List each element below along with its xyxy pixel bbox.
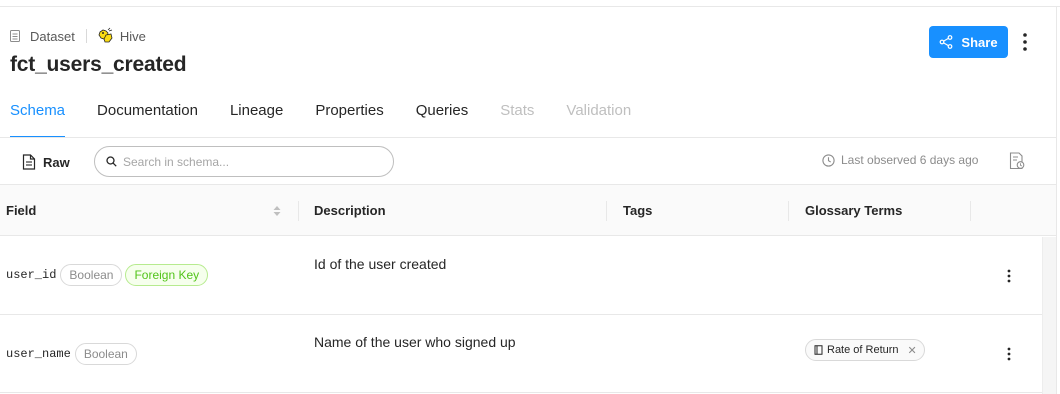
field-name: user_id bbox=[6, 268, 57, 282]
column-divider bbox=[970, 201, 971, 221]
file-history-icon[interactable] bbox=[1009, 152, 1025, 170]
share-button-label: Share bbox=[961, 34, 998, 50]
share-button[interactable]: Share bbox=[929, 26, 1008, 58]
field-name: user_name bbox=[6, 347, 71, 361]
file-text-icon bbox=[22, 154, 36, 170]
breadcrumb-entity-type[interactable]: Dataset bbox=[30, 29, 75, 44]
type-badge: Boolean bbox=[74, 343, 137, 365]
tabs-divider bbox=[0, 137, 1056, 138]
tab-validation[interactable]: Validation bbox=[566, 100, 631, 138]
table-row[interactable]: user_id Boolean Foreign Key Id of the us… bbox=[0, 237, 1042, 315]
dataset-doc-icon bbox=[10, 30, 20, 42]
clock-icon bbox=[822, 153, 835, 167]
breadcrumb-platform[interactable]: Hive bbox=[120, 29, 146, 44]
top-border bbox=[0, 0, 1060, 7]
last-observed-text: Last observed 6 days ago bbox=[841, 153, 979, 167]
raw-button[interactable]: Raw bbox=[22, 152, 70, 172]
table-scrollbar[interactable] bbox=[1042, 237, 1056, 394]
book-icon bbox=[814, 345, 823, 355]
column-divider bbox=[788, 201, 789, 221]
table-header: Field Description Tags Glossary Terms bbox=[0, 185, 1056, 236]
more-vertical-icon[interactable] bbox=[1016, 30, 1034, 54]
more-vertical-icon[interactable] bbox=[1001, 344, 1017, 364]
table-row[interactable]: user_name Boolean Name of the user who s… bbox=[0, 315, 1042, 393]
tab-stats[interactable]: Stats bbox=[500, 100, 534, 138]
right-border bbox=[1056, 7, 1057, 394]
page-title: fct_users_created bbox=[10, 53, 187, 76]
sort-icon[interactable] bbox=[272, 204, 282, 218]
tab-lineage[interactable]: Lineage bbox=[230, 100, 283, 138]
breadcrumb: Dataset Hive bbox=[10, 27, 146, 45]
tab-schema[interactable]: Schema bbox=[10, 100, 66, 138]
schema-search[interactable] bbox=[94, 146, 394, 177]
hive-logo-icon bbox=[98, 27, 113, 43]
search-icon bbox=[106, 156, 117, 167]
column-divider bbox=[298, 201, 299, 221]
column-header-glossary-terms: Glossary Terms bbox=[805, 203, 903, 218]
raw-button-label: Raw bbox=[43, 154, 70, 170]
more-vertical-icon[interactable] bbox=[1001, 266, 1017, 286]
tab-documentation[interactable]: Documentation bbox=[97, 100, 198, 138]
share-icon bbox=[940, 35, 953, 49]
description-text[interactable]: Id of the user created bbox=[314, 256, 446, 272]
column-divider bbox=[606, 201, 607, 221]
foreign-key-badge[interactable]: Foreign Key bbox=[125, 264, 209, 286]
tab-properties[interactable]: Properties bbox=[315, 100, 383, 138]
tab-queries[interactable]: Queries bbox=[416, 100, 469, 138]
column-header-description: Description bbox=[314, 203, 386, 218]
entity-tabs: Schema Documentation Lineage Properties … bbox=[10, 100, 631, 138]
column-header-field[interactable]: Field bbox=[6, 185, 36, 236]
search-input[interactable] bbox=[123, 154, 383, 169]
type-badge: Boolean bbox=[60, 264, 123, 286]
glossary-term-label: Rate of Return bbox=[827, 344, 899, 356]
description-text[interactable]: Name of the user who signed up bbox=[314, 334, 516, 350]
column-header-tags: Tags bbox=[623, 203, 653, 218]
field-cell: user_id Boolean Foreign Key bbox=[6, 264, 211, 286]
field-cell: user_name Boolean bbox=[6, 343, 140, 365]
last-observed: Last observed 6 days ago bbox=[822, 153, 978, 167]
close-icon[interactable]: ✕ bbox=[908, 344, 917, 357]
glossary-term-tag[interactable]: Rate of Return ✕ bbox=[805, 339, 925, 361]
breadcrumb-divider bbox=[85, 29, 87, 43]
